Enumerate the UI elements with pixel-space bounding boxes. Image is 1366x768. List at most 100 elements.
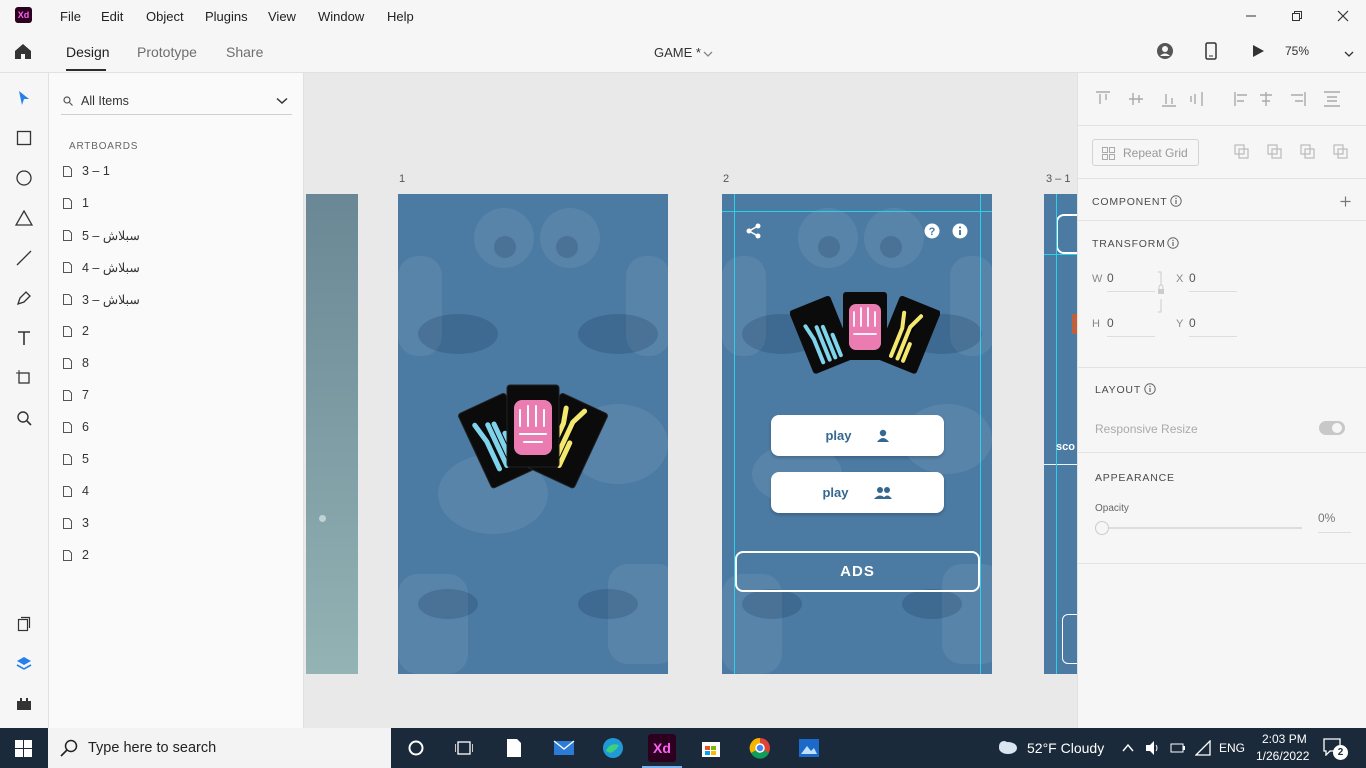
height-field[interactable]: 0 [1107,316,1114,330]
artboard-1[interactable] [398,194,668,674]
file-app-icon[interactable] [500,734,528,762]
responsive-resize-toggle[interactable] [1319,421,1345,435]
play-multi-button[interactable]: play [771,472,944,513]
artboard-icon [63,549,72,561]
artboard-list-item[interactable]: 7 [63,385,89,405]
mail-app-icon[interactable] [550,734,578,762]
weather-text[interactable]: 52°F Cloudy [1027,740,1104,756]
width-field[interactable]: 0 [1107,271,1114,285]
artboard-list-item[interactable]: 2 [63,321,89,341]
layers-filter[interactable]: All Items [61,89,292,115]
menu-view[interactable]: View [268,9,296,24]
artboard-list-item[interactable]: 1 [63,193,89,213]
taskbar-search[interactable]: Type here to search [48,728,391,768]
clock-time[interactable]: 2:03 PM [1262,732,1307,746]
menu-file[interactable]: File [60,9,81,24]
rectangle-tool-icon[interactable] [12,126,36,150]
opacity-slider-track[interactable] [1108,527,1302,529]
bg-mouth [742,589,802,619]
opacity-slider-handle[interactable] [1095,521,1109,535]
y-field[interactable]: 0 [1189,316,1196,330]
pen-tool-icon[interactable] [12,286,36,310]
artboard-list-item[interactable]: سبلاش – 5 [63,225,140,245]
cortana-icon[interactable] [402,734,430,762]
repeat-grid-button[interactable]: Repeat Grid [1092,139,1199,166]
play-single-button[interactable]: play [771,415,944,456]
zoom-level[interactable]: 75% [1285,44,1309,58]
edge-browser-icon[interactable] [599,734,627,762]
windows-start-icon[interactable] [15,740,32,760]
artboard-list-item[interactable]: 6 [63,417,89,437]
battery-icon[interactable] [1170,741,1186,758]
zoom-chevron-icon[interactable] [1344,46,1354,61]
tab-prototype[interactable]: Prototype [137,44,197,60]
menu-help[interactable]: Help [387,9,414,24]
user-account-icon[interactable] [1156,42,1174,63]
info-icon[interactable] [1144,383,1156,395]
restore-icon[interactable] [1282,4,1312,28]
artboard-list-item[interactable]: 3 [63,513,89,533]
artboard-list-item[interactable]: 2 [63,545,89,565]
close-icon[interactable] [1328,4,1358,28]
ads-banner[interactable]: ADS [735,551,980,592]
play-multi-label: play [822,485,849,500]
x-field[interactable]: 0 [1189,271,1196,285]
weather-cloud-icon[interactable] [996,738,1018,759]
chevron-down-icon[interactable] [703,46,713,61]
tab-share[interactable]: Share [226,44,263,60]
design-canvas[interactable]: 1 2 3 – 1 ? play play ADS sco [304,73,1077,728]
layers-icon[interactable] [12,652,36,676]
add-component-icon[interactable] [1340,196,1351,207]
artboard-label-3-1[interactable]: 3 – 1 [1046,173,1070,185]
ellipse-tool-icon[interactable] [12,166,36,190]
line-tool-icon[interactable] [12,246,36,270]
language-indicator[interactable]: ENG [1219,741,1245,755]
info-icon[interactable] [1167,237,1179,249]
text-tool-icon[interactable] [12,326,36,350]
device-preview-icon[interactable] [1205,42,1217,63]
xd-taskbar-icon[interactable]: Xd [648,734,676,762]
minimize-icon[interactable] [1236,4,1266,28]
chevron-down-icon[interactable] [276,97,288,105]
info-icon[interactable] [952,223,968,239]
photos-app-icon[interactable] [795,734,823,762]
tab-design[interactable]: Design [66,44,110,60]
network-icon[interactable] [1194,739,1211,759]
artboard-list-item[interactable]: 8 [63,353,89,373]
artboard-list-item[interactable]: سبلاش – 3 [63,289,140,309]
artboard-label-1[interactable]: 1 [399,173,405,185]
zoom-tool-icon[interactable] [12,406,36,430]
menu-bar: Xd File Edit Object Plugins View Window … [0,0,1366,32]
artboard-list-item[interactable]: سبلاش – 4 [63,257,140,277]
artboard-list-item[interactable]: 3 – 1 [63,161,110,181]
play-preview-icon[interactable] [1251,44,1265,61]
help-icon[interactable]: ? [924,223,940,239]
artboard-list-item[interactable]: 4 [63,481,89,501]
menu-object[interactable]: Object [146,9,184,24]
select-tool-icon[interactable] [12,86,36,110]
lock-aspect-icon[interactable] [1156,271,1166,313]
opacity-field[interactable]: 0% [1318,511,1335,525]
clock-date[interactable]: 1/26/2022 [1256,749,1309,763]
menu-plugins[interactable]: Plugins [205,9,248,24]
task-view-icon[interactable] [450,734,478,762]
artboard-partial-left[interactable] [306,194,358,674]
tray-chevron-up-icon[interactable] [1122,741,1134,756]
menu-window[interactable]: Window [318,9,364,24]
assets-icon[interactable] [12,612,36,636]
volume-icon[interactable] [1145,740,1161,759]
artboard-3-1-partial[interactable]: sco [1044,194,1077,674]
artboard-tool-icon[interactable] [12,366,36,390]
chrome-browser-icon[interactable] [746,734,774,762]
home-icon[interactable] [13,42,33,63]
info-icon[interactable] [1170,195,1182,207]
share-icon[interactable] [746,223,762,239]
document-title[interactable]: GAME * [654,45,701,60]
polygon-tool-icon[interactable] [12,206,36,230]
artboard-list-item[interactable]: 5 [63,449,89,469]
artboard-2[interactable]: ? play play ADS [722,194,992,674]
plugins-icon[interactable] [12,692,36,716]
artboard-label-2[interactable]: 2 [723,173,729,185]
menu-edit[interactable]: Edit [101,9,123,24]
store-app-icon[interactable] [697,734,725,762]
